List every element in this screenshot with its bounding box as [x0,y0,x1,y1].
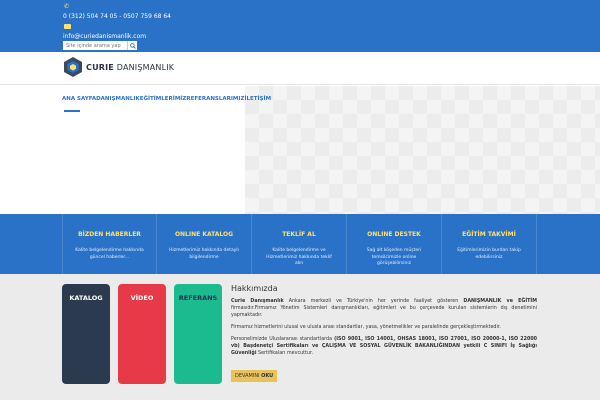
about-text: firmasıdır.Firmamız Yönetim Sistemleri d… [231,306,537,318]
search-input[interactable] [63,41,127,50]
feature-title: ONLINE DESTEK [367,231,421,238]
feature-title: EĞİTİM TAKVİMİ [462,231,516,238]
hero-section: ANA SAYFA DANIŞMANLIK EĞİTİMLERİMİZ REFE… [0,86,600,214]
feature-desc: Kalite belgelendirme ve Hizmetlerimiz ha… [266,248,332,266]
about-text: Personelimizde Uluslararası standartlard… [231,337,335,342]
video-card-label: VİDEO [130,294,154,302]
references-card[interactable]: REFERANS [174,284,222,384]
nav-item-contact[interactable]: İLETİŞİM [244,96,271,102]
feature-bar: BİZDEN HABERLER Kalite belgelendirme hak… [0,214,600,274]
hexagon-logo-icon [64,57,82,77]
mail-icon [64,24,71,29]
nav-item-references[interactable]: REFERANSLARIMIZ [186,96,244,102]
read-more-bold: OKU [261,373,274,379]
feature-title: BİZDEN HABERLER [78,231,141,238]
feature-desc: Eğitimlerimizin burdan takip edebilirsin… [457,248,521,260]
feature-support[interactable]: ONLINE DESTEK Sağ alt köşeden müşteri te… [347,214,442,274]
about-bold: DANIŞMANLIK ve EĞİTİM [463,299,537,304]
about-title: Hakkımızda [231,284,278,293]
nav-item-trainings[interactable]: EĞİTİMLERİMİZ [140,96,187,102]
references-card-label: REFERANS [178,294,218,302]
lower-section: KATALOG VİDEO REFERANS Hakkımızda Curie … [0,274,600,400]
feature-news[interactable]: BİZDEN HABERLER Kalite belgelendirme hak… [62,214,157,274]
catalog-card-label: KATALOG [69,294,103,302]
top-bar: ✆ 0 (312) 504 74 05 - 0507 759 68 64 inf… [0,0,600,52]
feature-catalog[interactable]: ONLINE KATALOG Hizmetlerimiz hakkında de… [157,214,252,274]
feature-desc: Kalite belgelendirme hakkında güncel hab… [75,248,144,260]
site-logo[interactable]: CURIE DANIŞMANLIK [63,56,174,78]
read-more-label: DEVAMINI [235,373,260,379]
phone-icon: ✆ [64,3,70,10]
about-paragraph-2: Firmamız hizmetlerini ulusal ve ulusla a… [231,325,501,330]
hero-pattern [245,86,600,214]
phone-number: 0 (312) 504 74 05 - 0507 759 68 64 [63,13,171,20]
feature-quote[interactable]: TEKLİF AL Kalite belgelendirme ve Hizmet… [252,214,347,274]
about-paragraph-1: Curie Danışmanlık Ankara merkezli ve Tür… [231,298,537,319]
feature-desc: Hizmetlerimiz hakkında detaylı bilgilend… [169,248,239,260]
nav-item-home[interactable]: ANA SAYFA [62,96,96,102]
main-nav: ANA SAYFA DANIŞMANLIK EĞİTİMLERİMİZ REFE… [62,96,271,102]
about-paragraph-3: Personelimizde Uluslararası standartlard… [231,336,537,357]
about-brand: Curie Danışmanlık [231,299,284,304]
logo-suffix: DANIŞMANLIK [116,62,175,72]
read-more-button[interactable]: DEVAMINI OKU [231,370,278,382]
feature-title: TEKLİF AL [282,231,316,238]
video-card[interactable]: VİDEO [118,284,166,384]
email-link[interactable]: info@curiedanismanlik.com [63,33,146,40]
nav-active-indicator [64,110,80,112]
nav-item-consulting[interactable]: DANIŞMANLIK [96,96,140,102]
catalog-card[interactable]: KATALOG [62,284,110,384]
feature-title: ONLINE KATALOG [174,231,234,238]
about-text: Ankara merkezli ve Türkiye'nin her yerin… [283,299,464,304]
logo-bar: CURIE DANIŞMANLIK [0,52,600,85]
search-button[interactable] [127,41,137,50]
search-icon [129,42,136,49]
feature-desc: Sağ alt köşeden müşteri temsilcimizle on… [366,248,422,266]
search-box [63,41,137,50]
about-text: Sertifikaları mevcuttur. [256,351,313,356]
feature-calendar[interactable]: EĞİTİM TAKVİMİ Eğitimlerimizin burdan ta… [442,214,537,274]
about-section: Hakkımızda Curie Danışmanlık Ankara merk… [231,284,537,382]
logo-brand: CURIE [86,62,114,72]
